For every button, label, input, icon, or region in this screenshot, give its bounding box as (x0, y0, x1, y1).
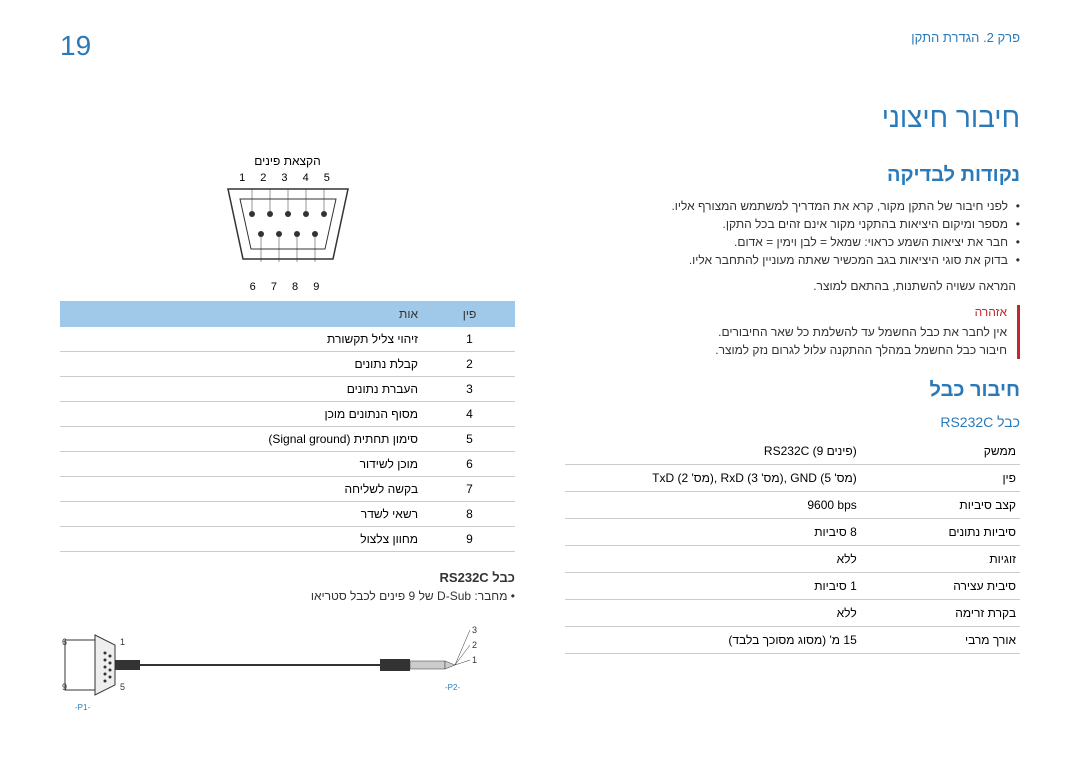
table-row: 5סימון תחתית (Signal ground) (60, 427, 515, 452)
pin-table: פיןאות 1זיהוי צליל תקשורת 2קבלת נתונים 3… (60, 301, 515, 552)
table-row: זוגיותללא (565, 546, 1020, 573)
spec-table: ממשקRS232C (9 פינים) פיןTxD (מס' 2), RxD… (565, 438, 1020, 654)
table-row: 2קבלת נתונים (60, 352, 515, 377)
table-row: קצב סיביות9600 bps (565, 492, 1020, 519)
table-row: 7בקשה לשליחה (60, 477, 515, 502)
checkpoints-list: לפני חיבור של התקן מקור, קרא את המדריך ל… (565, 199, 1020, 267)
svg-text:9: 9 (62, 682, 67, 692)
table-row: 4מסוף הנתונים מוכן (60, 402, 515, 427)
pin-top-numbers: 1 2 3 4 5 (60, 172, 515, 184)
table-row: 9מחוון צלצול (60, 527, 515, 552)
pin-assignment-title: הקצאת פינים (60, 154, 515, 168)
svg-text:2: 2 (472, 640, 477, 650)
cable-desc: מחבר: D-Sub של 9 פינים לכבל סטריאו (60, 589, 515, 603)
cable-title: כבל RS232C (60, 570, 515, 585)
table-row: 1זיהוי צליל תקשורת (60, 327, 515, 352)
table-row: פיןTxD (מס' 2), RxD (מס' 3), GND (מס' 5) (565, 465, 1020, 492)
list-item: בדוק את סוגי היציאות בגב המכשיר שאתה מעו… (565, 253, 1020, 267)
table-row: אורך מרבי15 מ' (מסוג מסוכך בלבד) (565, 627, 1020, 654)
warning-text: חיבור כבל החשמל במהלך ההתקנה עלול לגרום … (565, 341, 1007, 359)
page-number: 19 (60, 30, 91, 62)
cable-diagram: 1 5 6 9 -P1- (60, 615, 515, 720)
list-item: לפני חיבור של התקן מקור, קרא את המדריך ל… (565, 199, 1020, 213)
list-item: מספר ומיקום היציאות בהתקני מקור אינם זהי… (565, 217, 1020, 231)
svg-text:-P2-: -P2- (445, 683, 460, 692)
main-title: חיבור חיצוני (60, 102, 1020, 134)
warning-title: אזהרה (565, 305, 1007, 319)
table-row: 8רשאי לשדר (60, 502, 515, 527)
table-row: ממשקRS232C (9 פינים) (565, 438, 1020, 465)
svg-text:3: 3 (472, 625, 477, 635)
svg-text:6: 6 (62, 637, 67, 647)
svg-text:1: 1 (120, 637, 125, 647)
note-text: המראה עשויה להשתנות, בהתאם למוצר. (565, 279, 1020, 293)
cable-connection-title: חיבור כבל (565, 379, 1020, 402)
table-row: בקרת זרימהללא (565, 600, 1020, 627)
table-row: סיביות נתונים8 סיביות (565, 519, 1020, 546)
svg-text:5: 5 (120, 682, 125, 692)
table-row: 3העברת נתונים (60, 377, 515, 402)
table-row: 6מוכן לשידור (60, 452, 515, 477)
connector-diagram (60, 184, 515, 269)
svg-text:-P1-: -P1- (75, 703, 90, 712)
pin-bottom-numbers: 6 7 8 9 (60, 281, 515, 293)
checkpoints-title: נקודות לבדיקה (565, 164, 1020, 187)
chapter-label: פרק 2. הגדרת התקן (911, 30, 1020, 45)
svg-text:1: 1 (472, 655, 477, 665)
list-item: חבר את יציאות השמע כראוי: שמאל = לבן וימ… (565, 235, 1020, 249)
rs232c-sub: כבל RS232C (565, 414, 1020, 430)
table-row: סיבית עצירה1 סיביות (565, 573, 1020, 600)
warning-box: אזהרה אין לחבר את כבל החשמל עד להשלמת כל… (565, 305, 1020, 359)
warning-text: אין לחבר את כבל החשמל עד להשלמת כל שאר ה… (565, 323, 1007, 341)
